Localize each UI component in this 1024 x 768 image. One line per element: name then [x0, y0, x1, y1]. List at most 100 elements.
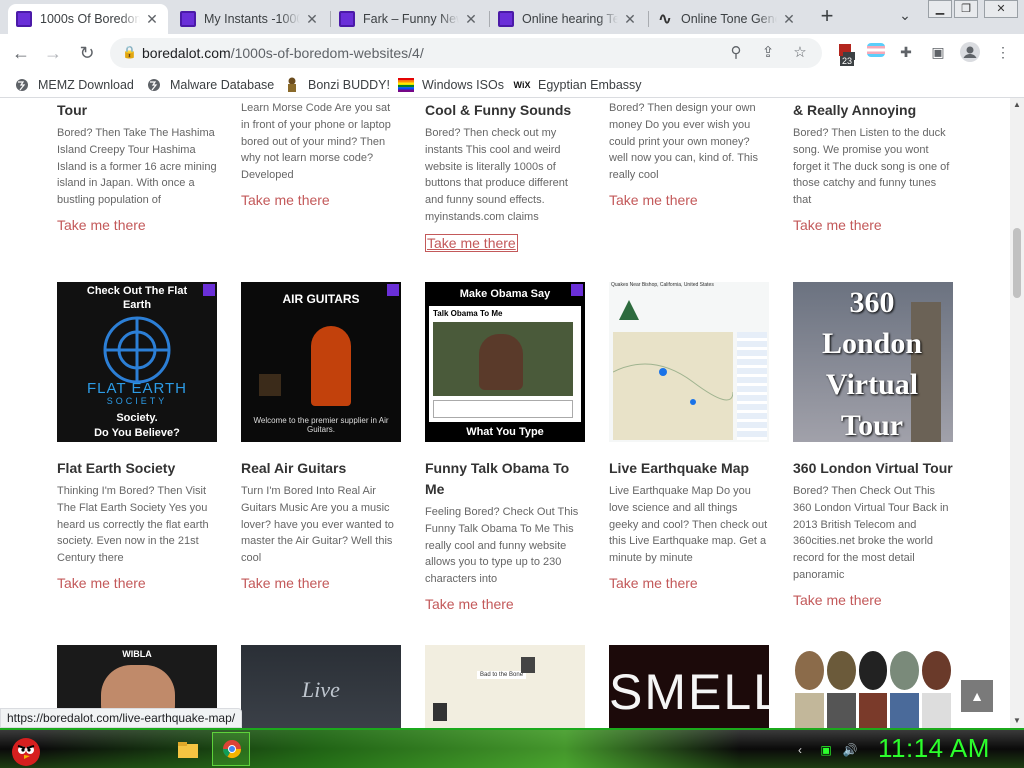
close-icon[interactable]: ✕ [463, 11, 479, 28]
reload-icon[interactable]: ↻ [76, 42, 98, 64]
bad-to-bone-thumbnail[interactable]: Bad to the Bone [425, 645, 585, 728]
take-me-there-link[interactable]: Take me there [425, 233, 518, 252]
scroll-to-top-button[interactable]: ▲ [961, 680, 993, 712]
bookmark-malware-database[interactable]: Malware Database [146, 76, 274, 94]
earthquake-map-thumbnail[interactable]: Quakes Near Bishop, California, United S… [609, 282, 769, 442]
take-me-there-link[interactable]: Take me there [793, 592, 882, 608]
bookmark-star-icon[interactable]: ☆ [790, 43, 810, 63]
side-panel-icon[interactable]: ▣ [928, 42, 948, 62]
tab-hearing-test[interactable]: Online hearing Test ✕ [490, 4, 646, 34]
page-scrollbar[interactable]: ▲ ▼ [1010, 98, 1024, 728]
scrollbar-thumb[interactable] [1013, 228, 1021, 298]
card-title: Tour [57, 102, 88, 118]
share-icon[interactable]: ⇪ [758, 43, 778, 63]
card-description: Thinking I'm Bored? Then Visit The Flat … [57, 485, 209, 565]
tray-chevron-icon[interactable]: ‹ [792, 742, 808, 758]
menu-dots-icon[interactable]: ⋮ [993, 42, 1013, 62]
flat-earth-thumbnail[interactable]: Check Out The Flat Earth FLAT EARTH SOCI… [57, 282, 217, 442]
obama-thumbnail[interactable]: Make Obama Say Talk Obama To Me What You… [425, 282, 585, 442]
taskbar-clock[interactable]: 11:14 AM [878, 733, 990, 764]
take-me-there-link[interactable]: Take me there [793, 217, 882, 233]
card-title: Real Air Guitars [241, 460, 347, 476]
purple-badge-icon [571, 284, 583, 296]
profile-avatar-icon[interactable] [960, 42, 980, 62]
close-icon[interactable]: ✕ [622, 11, 638, 28]
take-me-there-link[interactable]: Take me there [241, 192, 330, 208]
volume-icon[interactable]: 🔊 [842, 742, 858, 758]
url-text: boredalot.com/1000s-of-boredom-websites/… [142, 45, 424, 61]
bookmark-egyptian-embassy[interactable]: WiX Egyptian Embassy [514, 76, 642, 94]
tab-strip: 1000s Of Boredom Websites ✕ My Instants … [0, 0, 1024, 34]
close-icon[interactable]: ✕ [781, 11, 797, 28]
window-close-button[interactable]: ✕ [984, 0, 1018, 18]
minimize-button[interactable]: ▁ [928, 0, 952, 18]
air-guitars-thumbnail[interactable]: AIR GUITARS Welcome to the premier suppl… [241, 282, 401, 442]
take-me-there-link[interactable]: Take me there [425, 596, 514, 612]
new-tab-button[interactable]: + [816, 5, 838, 28]
tab-fark[interactable]: Fark – Funny News ✕ [331, 4, 487, 34]
bookmark-memz[interactable]: MEMZ Download [14, 76, 134, 94]
tab-title: My Instants -1000s of buttons [204, 12, 300, 26]
folder-icon[interactable] [174, 736, 202, 764]
card-description: Bored? Then design your own money Do you… [609, 102, 758, 182]
card-title: 360 London Virtual Tour [793, 460, 953, 476]
address-bar[interactable]: 🔒 boredalot.com/1000s-of-boredom-website… [110, 38, 822, 68]
tab-title: 1000s Of Boredom Websites [40, 12, 140, 26]
video-frame [433, 322, 573, 396]
card-title: & Really Annoying [793, 102, 917, 118]
tab-search-chevron-icon[interactable]: ⌄ [896, 7, 914, 25]
card-print-money: Bored? Then design your own money Do you… [609, 100, 769, 210]
take-me-there-link[interactable]: Take me there [57, 575, 146, 591]
card-description: Bored? Then check out my instants This c… [425, 127, 568, 223]
extensions-puzzle-icon[interactable]: ✚ [896, 42, 916, 62]
scroll-up-arrow-icon[interactable]: ▲ [1010, 98, 1024, 112]
angry-bird-start-icon[interactable] [8, 732, 44, 768]
take-me-there-link[interactable]: Take me there [609, 575, 698, 591]
close-icon[interactable]: ✕ [304, 11, 320, 28]
smell-thumbnail[interactable]: SMELL [609, 645, 769, 728]
chrome-taskbar-button[interactable] [212, 732, 250, 766]
card-description: Bored? Then Listen to the duck song. We … [793, 127, 950, 207]
london-tour-thumbnail[interactable]: 360 London Virtual Tour [793, 282, 953, 442]
purple-site-icon [180, 11, 196, 27]
poster-image [259, 374, 281, 396]
close-icon[interactable]: ✕ [144, 11, 160, 28]
take-me-there-link[interactable]: Take me there [57, 217, 146, 233]
take-me-there-link[interactable]: Take me there [609, 192, 698, 208]
zoom-icon[interactable]: ⚲ [726, 43, 746, 63]
card-title: Live Earthquake Map [609, 460, 750, 476]
forward-arrow-icon[interactable]: → [42, 42, 64, 64]
flat-earth-logo-icon [103, 316, 171, 384]
card-title: Funny Talk Obama To Me [425, 460, 570, 497]
card-morse-code: Learn Morse Code Are you sat in front of… [241, 100, 401, 210]
purple-site-icon [16, 11, 32, 27]
tab-title: Online Tone Generator [681, 12, 777, 26]
tab-boredom-websites[interactable]: 1000s Of Boredom Websites ✕ [8, 4, 168, 34]
tab-title: Fark – Funny News [363, 12, 459, 26]
screenshot-frame: Talk Obama To Me [429, 306, 581, 422]
windows-icon [398, 77, 414, 93]
back-arrow-icon[interactable]: ← [10, 42, 32, 64]
tab-tone-generator[interactable]: ∿ Online Tone Generator ✕ [649, 4, 805, 34]
bookmark-windows-isos[interactable]: Windows ISOs [398, 76, 504, 94]
chrome-icon [223, 740, 241, 759]
trans-flag-extension-icon[interactable] [866, 42, 886, 62]
bonzi-icon [284, 77, 300, 93]
card-london-tour: 360 London Virtual Tour Bored? Then Chec… [793, 458, 953, 610]
card-my-instants: Cool & Funny Sounds Bored? Then check ou… [425, 100, 585, 253]
scroll-down-arrow-icon[interactable]: ▼ [1010, 714, 1024, 728]
quake-list [737, 332, 767, 440]
objects-grid-thumbnail[interactable] [793, 645, 953, 728]
card-title: Cool & Funny Sounds [425, 102, 572, 118]
live-thumbnail[interactable]: Live [241, 645, 401, 728]
network-icon[interactable]: ▣ [818, 742, 834, 758]
tab-my-instants[interactable]: My Instants -1000s of buttons ✕ [172, 4, 328, 34]
take-me-there-link[interactable]: Take me there [241, 575, 330, 591]
purple-site-icon [498, 11, 514, 27]
figure-icon [521, 657, 535, 673]
triangle-logo-icon [619, 300, 639, 320]
purple-badge-icon [387, 284, 399, 296]
card-description: Feeling Bored? Check Out This Funny Talk… [425, 506, 579, 586]
bookmark-bonzi-buddy[interactable]: Bonzi BUDDY! [284, 76, 390, 94]
maximize-button[interactable]: ❐ [954, 0, 978, 18]
